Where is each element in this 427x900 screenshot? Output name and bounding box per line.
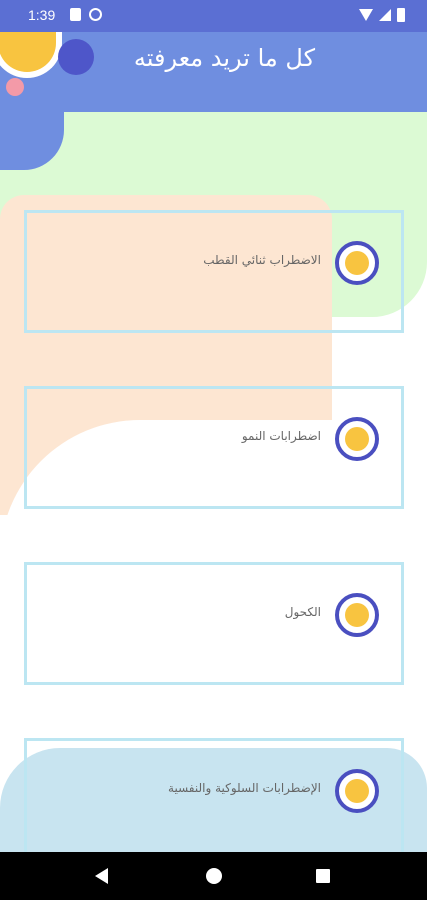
status-time: 1:39 — [28, 7, 56, 23]
page-title: كل ما تريد معرفته — [133, 44, 315, 72]
radio-dot-icon — [345, 779, 369, 803]
list-item[interactable]: اضطرابات النمو — [24, 386, 404, 509]
radio-button[interactable] — [335, 769, 379, 813]
radio-dot-icon — [345, 603, 369, 627]
notification-icon — [70, 8, 81, 21]
list-item[interactable]: الإضطرابات السلوكية والنفسية — [24, 738, 404, 861]
radio-dot-icon — [345, 251, 369, 275]
wifi-icon — [359, 9, 373, 21]
battery-icon — [397, 8, 405, 22]
status-right-icons — [359, 8, 405, 22]
radio-button[interactable] — [335, 417, 379, 461]
home-icon[interactable] — [206, 868, 222, 884]
status-left-icons — [70, 8, 102, 21]
back-icon[interactable] — [95, 868, 108, 884]
list-item[interactable]: الكحول — [24, 562, 404, 685]
decorative-navy-circle — [58, 39, 94, 75]
list-item-label: اضطرابات النمو — [241, 429, 321, 443]
status-bar: 1:39 — [0, 0, 427, 32]
radio-button[interactable] — [335, 593, 379, 637]
signal-icon — [379, 9, 391, 21]
decorative-pink-dot — [6, 78, 24, 96]
list-item[interactable]: الاضطراب ثنائي القطب — [24, 210, 404, 333]
system-nav-bar — [0, 852, 427, 900]
radio-dot-icon — [345, 427, 369, 451]
list-item-label: الكحول — [284, 605, 321, 619]
list-item-label: الإضطرابات السلوكية والنفسية — [168, 781, 321, 795]
list-item-label: الاضطراب ثنائي القطب — [203, 253, 321, 267]
recents-icon[interactable] — [316, 869, 330, 883]
radio-button[interactable] — [335, 241, 379, 285]
no-tracking-icon — [89, 8, 102, 21]
